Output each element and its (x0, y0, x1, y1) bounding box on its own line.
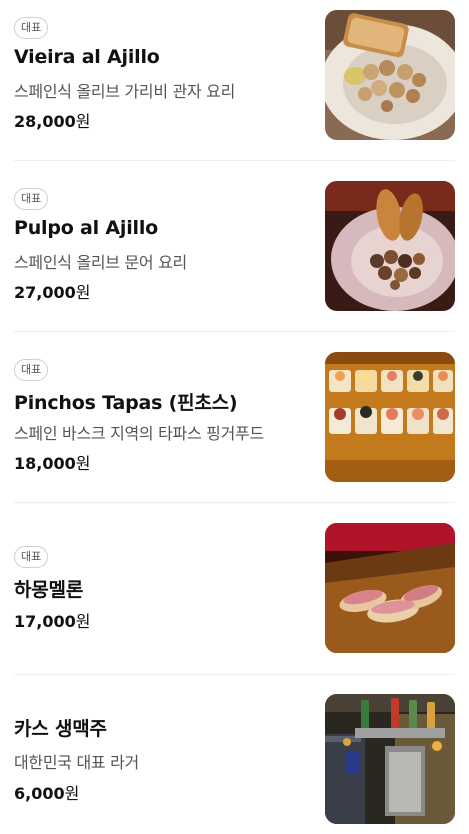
menu-item-price: 27,000원 (14, 279, 90, 303)
scallop-dish-image (325, 10, 455, 140)
menu-item-name: 카스 생맥주 (14, 718, 107, 740)
signature-badge: 대표 (14, 359, 49, 381)
price-unit: 원 (75, 283, 91, 302)
divider (14, 160, 455, 161)
menu-item-pinchos[interactable]: 대표 Pinchos Tapas (핀초스) 스페인 바스크 지역의 타파스 핑… (14, 352, 455, 482)
beer-tap-image (325, 694, 455, 824)
price-value: 27,000 (14, 283, 76, 302)
signature-badge: 대표 (14, 188, 49, 210)
signature-badge: 대표 (14, 546, 49, 568)
scallop-ajillo-photo[interactable] (325, 10, 455, 140)
signature-badge: 대표 (14, 17, 49, 39)
price-unit: 원 (64, 784, 80, 803)
menu-item-price: 6,000원 (14, 780, 79, 804)
price-unit: 원 (75, 612, 91, 631)
menu-item-pulpo[interactable]: 대표 Pulpo al Ajillo 스페인식 올리브 문어 요리 27,000… (14, 181, 455, 311)
menu-item-jamon-melon[interactable]: 대표 하몽멜론 17,000원 (14, 523, 455, 653)
draft-beer-tap-photo[interactable] (325, 694, 455, 824)
pinchos-board-image (325, 352, 455, 482)
menu-item-price: 17,000원 (14, 608, 90, 632)
divider (14, 674, 455, 675)
price-value: 6,000 (14, 784, 65, 803)
menu-item-vieira[interactable]: 대표 Vieira al Ajillo 스페인식 올리브 가리비 관자 요리 2… (14, 10, 455, 140)
menu-list: 대표 Vieira al Ajillo 스페인식 올리브 가리비 관자 요리 2… (0, 0, 469, 834)
divider (14, 331, 455, 332)
pinchos-tapas-photo[interactable] (325, 352, 455, 482)
octopus-ajillo-photo[interactable] (325, 181, 455, 311)
divider (14, 502, 455, 503)
menu-item-description: 스페인 바스크 지역의 타파스 핑거푸드 (14, 424, 264, 443)
menu-item-name: Vieira al Ajillo (14, 46, 160, 68)
octopus-dish-image (325, 181, 455, 311)
price-value: 17,000 (14, 612, 76, 631)
menu-item-name: 하몽멜론 (14, 579, 84, 601)
menu-item-price: 18,000원 (14, 450, 90, 474)
menu-item-price: 28,000원 (14, 108, 90, 132)
menu-item-description: 스페인식 올리브 문어 요리 (14, 253, 187, 272)
menu-item-name: Pinchos Tapas (핀초스) (14, 392, 238, 414)
jamon-melon-photo[interactable] (325, 523, 455, 653)
price-unit: 원 (75, 454, 91, 473)
jamon-melon-image (325, 523, 455, 653)
menu-item-description: 대한민국 대표 라거 (14, 753, 139, 772)
menu-item-description: 스페인식 올리브 가리비 관자 요리 (14, 82, 236, 101)
price-value: 28,000 (14, 112, 76, 131)
price-value: 18,000 (14, 454, 76, 473)
menu-item-cass-beer[interactable]: 카스 생맥주 대한민국 대표 라거 6,000원 (14, 694, 455, 824)
price-unit: 원 (75, 112, 91, 131)
menu-item-name: Pulpo al Ajillo (14, 217, 158, 239)
